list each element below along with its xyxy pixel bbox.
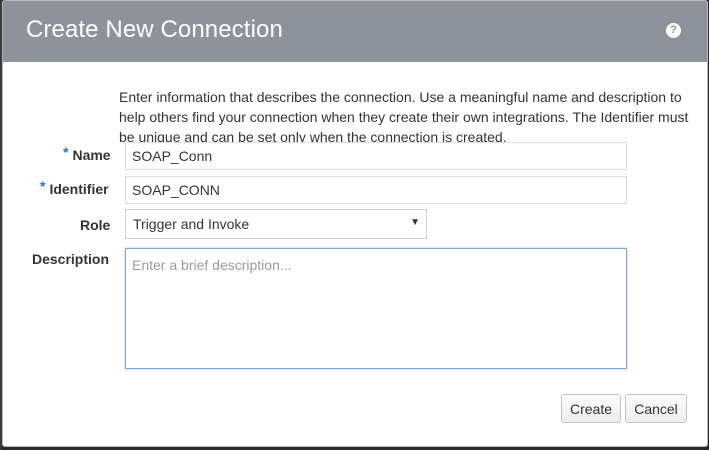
dialog-title: Create New Connection [26, 16, 283, 43]
description-field[interactable] [125, 248, 627, 369]
description-label: Description [32, 251, 110, 267]
dialog-titlebar: Create New Connection ? [3, 1, 707, 62]
intro-text: Enter information that describes the con… [119, 89, 689, 145]
cancel-button[interactable]: Cancel [625, 394, 687, 423]
name-field[interactable] [125, 142, 627, 170]
create-button[interactable]: Create [561, 394, 621, 423]
create-connection-dialog: Create New Connection ? Enter informatio… [2, 0, 708, 447]
identifier-label: * Identifier [40, 178, 109, 197]
required-marker: * [40, 178, 46, 194]
role-label: Role [80, 217, 111, 233]
help-icon[interactable]: ? [666, 23, 681, 38]
chevron-down-icon: ▼ [410, 217, 420, 228]
identifier-field[interactable] [125, 176, 627, 204]
required-marker: * [63, 144, 69, 160]
role-selected-value: Trigger and Invoke [133, 216, 250, 232]
role-select[interactable]: Trigger and Invoke ▼ [125, 209, 427, 239]
name-label: * Name [63, 144, 111, 163]
